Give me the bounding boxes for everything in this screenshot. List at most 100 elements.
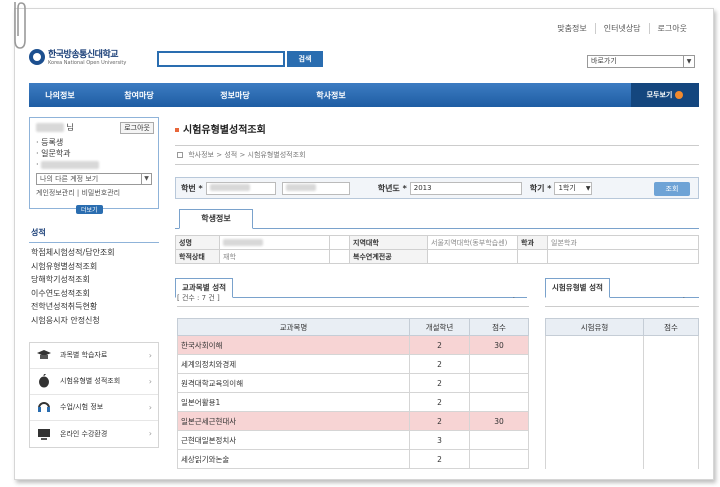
search-input[interactable] <box>157 51 285 67</box>
quick-link-label: 온라인 수강환경 <box>60 429 108 438</box>
quick-link-materials[interactable]: 과목별 학습자료 › <box>30 343 158 369</box>
util-link-logout[interactable]: 로그아웃 <box>648 23 695 34</box>
table-row[interactable]: 원격대학교육의이해 2 <box>177 373 529 393</box>
logo-emblem-icon <box>29 48 45 65</box>
user-name-blurred <box>36 123 64 132</box>
graduation-cap-icon <box>36 348 52 362</box>
status-label: 학적상태 <box>175 249 220 264</box>
gnb-item-information[interactable]: 정보마당 <box>187 90 283 101</box>
logo-english-name: Korea National Open University <box>48 60 127 66</box>
paperclip-icon <box>14 2 26 49</box>
student-no-label: 학번 * <box>181 183 203 193</box>
more-button[interactable]: 더보기 <box>76 205 103 214</box>
breadcrumb: 학사정보 > 성적 > 시험유형별성적조회 <box>175 145 699 165</box>
student-no-field[interactable] <box>205 181 276 195</box>
table-row[interactable]: 세계의정치와경제 2 <box>177 354 529 374</box>
util-link-consult[interactable]: 인터넷상담 <box>594 23 649 34</box>
side-menu-item[interactable]: 시험응시자 안정신청 <box>29 314 159 328</box>
plus-icon <box>675 91 684 99</box>
search-submit-button[interactable]: 조회 <box>654 182 690 196</box>
quick-link-select[interactable]: 바로가기 ▼ <box>587 55 695 68</box>
other-account-select[interactable]: 나의 다른 계정 보기 ▼ <box>36 173 152 185</box>
year-field[interactable]: 2013 <box>409 181 522 195</box>
chevron-right-icon: › <box>148 350 152 360</box>
col-header-subject: 교과목명 <box>177 318 410 336</box>
monitor-icon <box>36 427 52 441</box>
sidebar: 님 로그아웃 · 등록생 · 일문학과 · 나의 다른 계정 보기 ▼ 계인정보… <box>29 117 159 448</box>
type-result-count: · <box>545 289 699 307</box>
breadcrumb-item: 시험유형별성적조회 <box>247 151 306 159</box>
term-label: 학기 * <box>529 183 552 193</box>
quick-link-class-info[interactable]: 수업/시험 정보 › <box>30 395 158 421</box>
chevron-right-icon: › <box>148 402 152 412</box>
user-status-enrolled: · 등록생 <box>36 138 64 147</box>
other-account-label: 나의 다른 계정 보기 <box>40 175 99 183</box>
double-major-value <box>427 249 518 264</box>
logo-korean-name: 한국방송통신대학교 <box>48 50 119 60</box>
university-logo[interactable]: 한국방송통신대학교 Korea National Open University <box>29 47 126 66</box>
side-menu-item[interactable]: 이수연도성적조회 <box>29 287 159 301</box>
tab-student-info[interactable]: 학생정보 <box>179 209 253 229</box>
user-name-suffix: 님 <box>66 123 74 132</box>
quick-link-scores[interactable]: 시험유형별 성적조회 › <box>30 369 158 395</box>
subject-scores-table: 교과목명 개설학년 점수 한국사회이해 2 30 세계의정치와경제 2 원격대학교육의… <box>177 318 529 469</box>
year-label: 학년도 * <box>377 183 407 193</box>
home-icon <box>177 152 183 158</box>
main-content: 시험유형별성적조회 학사정보 > 성적 > 시험유형별성적조회 학번 * 학년도… <box>175 121 699 298</box>
user-id-blurred: · <box>36 159 152 170</box>
quick-link-selected: 바로가기 <box>591 57 617 65</box>
table-row[interactable]: 한국사회이해 2 30 <box>177 335 529 355</box>
password-link[interactable]: 비밀번호관리 <box>81 189 120 197</box>
quick-link-label: 과목별 학습자료 <box>60 351 108 360</box>
col-header-score: 점수 <box>469 318 529 336</box>
tab-bar: 학생정보 <box>175 209 699 229</box>
profile-link[interactable]: 계인정보관리 <box>36 189 75 197</box>
side-menu-item[interactable]: 시험유형별성적조회 <box>29 260 159 274</box>
table-row[interactable]: 일본근세근현대사 2 30 <box>177 411 529 431</box>
name-value <box>219 235 330 250</box>
chevron-down-icon: ▼ <box>683 56 694 67</box>
quick-link-online-env[interactable]: 온라인 수강환경 › <box>30 421 158 447</box>
util-link-custom[interactable]: 맞춤정보 <box>549 23 594 34</box>
account-links: 계인정보관리 | 비밀번호관리 <box>36 189 121 197</box>
table-row[interactable]: 일본어활용1 2 <box>177 392 529 412</box>
term-select[interactable]: 1학기 ▼ <box>554 181 593 195</box>
user-box: 님 로그아웃 · 등록생 · 일문학과 · 나의 다른 계정 보기 ▼ 계인정보… <box>29 117 159 214</box>
type-scores-table: 시험유형 점수 <box>545 318 699 469</box>
breadcrumb-item[interactable]: 학사정보 <box>188 151 214 159</box>
search-button[interactable]: 검색 <box>287 51 323 67</box>
side-menu-item[interactable]: 학점체시험성적/답안조회 <box>29 246 159 260</box>
chevron-down-icon: ▼ <box>141 174 151 184</box>
side-menu: 학점체시험성적/답안조회 시험유형별성적조회 당해학기성적조회 이수연도성적조회… <box>29 243 159 328</box>
quick-links: 과목별 학습자료 › 시험유형별 성적조회 › 수업/시험 정보 › 온라인 수… <box>29 341 159 448</box>
view-all-label: 모두보기 <box>646 91 673 99</box>
chevron-down-icon: ▼ <box>585 184 591 192</box>
student-name-field[interactable] <box>281 181 350 195</box>
col-header-grade: 개설학년 <box>409 318 470 336</box>
dept-value: 일본학과 <box>547 235 699 250</box>
view-all-button[interactable]: 모두보기 <box>631 83 699 107</box>
gnb-item-my-info[interactable]: 나의정보 <box>29 90 91 101</box>
side-menu-item[interactable]: 당해학기성적조회 <box>29 273 159 287</box>
gnb-item-participation[interactable]: 참여마당 <box>91 90 187 101</box>
main-navigation: 나의정보 참여마당 정보마당 학사정보 모두보기 <box>29 83 699 107</box>
table-row[interactable]: 근현대일본정치사 3 <box>177 430 529 450</box>
side-menu-item[interactable]: 전학년성적취득현황 <box>29 300 159 314</box>
table-row[interactable]: 세상읽기와논술 2 <box>177 449 529 469</box>
breadcrumb-item[interactable]: 성적 <box>224 151 237 159</box>
double-major-label: 복수연계전공 <box>349 249 428 264</box>
logout-button[interactable]: 로그아웃 <box>120 122 154 134</box>
chevron-right-icon: › <box>148 376 152 386</box>
gnb-item-academic[interactable]: 학사정보 <box>283 90 379 101</box>
quick-link-label: 수업/시험 정보 <box>60 403 104 412</box>
result-count: [ 건수 : 7 건 ] · <box>177 289 529 307</box>
chevron-right-icon: › <box>148 429 152 439</box>
status-value: 재학 <box>219 249 330 264</box>
page-frame: 맞춤정보 인터넷상담 로그아웃 한국방송통신대학교 Korea National… <box>14 8 714 480</box>
menu-title: 성적 <box>29 223 159 243</box>
headset-icon <box>36 400 52 414</box>
page-title: 시험유형별성적조회 <box>175 121 699 136</box>
mouse-icon <box>36 374 52 388</box>
utility-links: 맞춤정보 인터넷상담 로그아웃 <box>549 23 695 34</box>
search-filter: 학번 * 학년도 * 2013 학기 * 1학기 ▼ 조회 <box>175 177 699 199</box>
